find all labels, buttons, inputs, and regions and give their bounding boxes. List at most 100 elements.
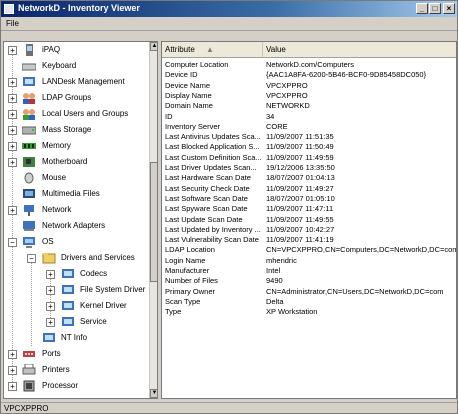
scroll-down-icon[interactable]: ▼ bbox=[150, 389, 157, 398]
table-row[interactable]: LDAP Location CN=VPCXPPRO,CN=Computers,DC… bbox=[162, 245, 456, 255]
attribute-cell: LDAP Location bbox=[165, 245, 215, 255]
tree-item-landesk[interactable]: + LANDesk Management bbox=[4, 74, 149, 90]
table-row[interactable]: Scan Type Delta bbox=[162, 296, 456, 306]
tree-item-memory[interactable]: + Memory bbox=[4, 138, 149, 154]
tree-item-os[interactable]: − OS bbox=[4, 234, 149, 250]
mouse-icon bbox=[22, 172, 36, 184]
tree-item-label: Mouse bbox=[42, 173, 67, 182]
table-row[interactable]: Last Custom Definition Sca... 11/09/2007 … bbox=[162, 153, 456, 162]
tree-item-service[interactable]: + Service bbox=[4, 314, 149, 330]
tree-item-keyboard[interactable]: Keyboard bbox=[4, 58, 149, 74]
expand-icon[interactable]: + bbox=[8, 158, 17, 167]
table-row[interactable]: Last Spyware Scan Date 11/09/2007 11:47:1… bbox=[162, 204, 456, 214]
table-row[interactable]: Last Hardware Scan Date 18/07/2007 01:04:… bbox=[162, 173, 456, 182]
expand-icon[interactable]: + bbox=[8, 46, 17, 55]
attribute-cell: Last Update Scan Date bbox=[165, 214, 243, 224]
tree-item-network-adapters[interactable]: Network Adapters bbox=[4, 218, 149, 234]
table-row[interactable]: Last Antivirus Updates Sca... 11/09/2007 … bbox=[162, 132, 456, 141]
attribute-cell: Last Spyware Scan Date bbox=[165, 204, 248, 214]
expand-icon[interactable]: + bbox=[46, 286, 55, 295]
tree-item-kernel-driver[interactable]: + Kernel Driver bbox=[4, 298, 149, 314]
tree-item-ports[interactable]: + Ports bbox=[4, 346, 149, 362]
table-row[interactable]: Primary Owner CN=Administrator,CN=Users,D… bbox=[162, 287, 456, 296]
os-icon bbox=[22, 236, 36, 248]
table-row[interactable]: Device ID {AAC1A8FA-6200-5B46-BCF0-9D8545… bbox=[162, 70, 456, 79]
table-row[interactable]: Display Name VPCXPPRO bbox=[162, 90, 456, 100]
tree-item-label: Service bbox=[80, 317, 107, 326]
window-title: NetworkD - Inventory Viewer bbox=[18, 3, 140, 13]
expand-icon[interactable]: + bbox=[46, 302, 55, 311]
expand-icon[interactable]: + bbox=[46, 270, 55, 279]
tree-item-label: Kernel Driver bbox=[80, 301, 127, 310]
tree-item-mouse[interactable]: Mouse bbox=[4, 170, 149, 186]
attribute-cell: Scan Type bbox=[165, 296, 201, 306]
expand-icon[interactable]: + bbox=[8, 366, 17, 375]
processor-icon bbox=[22, 380, 36, 392]
expand-icon[interactable]: + bbox=[8, 126, 17, 135]
table-row[interactable]: Last Vulnerability Scan Date 11/09/2007 1… bbox=[162, 235, 456, 245]
table-row[interactable]: Number of Files 9490 bbox=[162, 276, 456, 286]
tree-item-printers[interactable]: + Printers bbox=[4, 362, 149, 378]
table-row[interactable]: Type XP Workstation bbox=[162, 307, 456, 316]
expand-icon[interactable]: + bbox=[46, 318, 55, 327]
tree-item-label: OS bbox=[42, 237, 54, 246]
table-row[interactable]: Inventory Server CORE bbox=[162, 121, 456, 131]
tree-item-nt-info[interactable]: NT Info bbox=[4, 330, 149, 346]
collapse-icon[interactable]: − bbox=[8, 238, 17, 247]
tree-item-network[interactable]: + Network bbox=[4, 202, 149, 218]
scroll-thumb[interactable] bbox=[150, 162, 157, 282]
tree-item-mass-storage[interactable]: + Mass Storage bbox=[4, 122, 149, 138]
table-row[interactable]: Last Security Check Date 11/09/2007 11:49… bbox=[162, 184, 456, 193]
expand-icon[interactable]: + bbox=[8, 94, 17, 103]
expand-icon[interactable]: + bbox=[8, 110, 17, 119]
table-row[interactable]: Domain Name NETWORKD bbox=[162, 101, 456, 110]
attribute-column-header[interactable]: Attribute ▲ bbox=[162, 42, 263, 57]
collapse-icon[interactable]: − bbox=[27, 254, 36, 263]
table-row[interactable]: Last Blocked Application S... 11/09/2007 … bbox=[162, 142, 456, 151]
value-cell: 19/12/2006 13:35:50 bbox=[266, 163, 335, 172]
tree-item-processor[interactable]: + Processor bbox=[4, 378, 149, 394]
tree-item-codecs[interactable]: + Codecs bbox=[4, 266, 149, 282]
table-row[interactable]: Last Driver Updates Scan... 19/12/2006 13… bbox=[162, 163, 456, 172]
expand-icon[interactable]: + bbox=[8, 142, 17, 151]
table-row[interactable]: Device Name VPCXPPRO bbox=[162, 81, 456, 90]
attribute-cell: Inventory Server bbox=[165, 121, 221, 131]
expand-icon[interactable]: + bbox=[8, 78, 17, 87]
tree-item-drivers-and-services[interactable]: − Drivers and Services bbox=[4, 250, 149, 266]
tree-item-local-users[interactable]: + Local Users and Groups bbox=[4, 106, 149, 122]
maximize-button[interactable]: □ bbox=[429, 3, 441, 14]
table-row[interactable]: Manufacturer Intel bbox=[162, 266, 456, 275]
table-row[interactable]: Last Updated by Inventory ... 11/09/2007 … bbox=[162, 225, 456, 234]
close-button[interactable]: × bbox=[443, 3, 455, 14]
app-window: NetworkD - Inventory Viewer _ □ × File +… bbox=[0, 0, 458, 414]
table-row[interactable]: Last Software Scan Date 18/07/2007 01:05:… bbox=[162, 194, 456, 203]
expand-icon[interactable]: + bbox=[8, 382, 17, 391]
tree-item-ipaq[interactable]: + iPAQ bbox=[4, 42, 149, 58]
tree-scrollbar[interactable]: ▲ ▼ bbox=[149, 42, 157, 398]
value-cell: 9490 bbox=[266, 276, 283, 286]
value-cell: CN=VPCXPPRO,CN=Computers,DC=NetworkD,DC=… bbox=[266, 245, 456, 255]
minimize-button[interactable]: _ bbox=[416, 3, 428, 14]
attribute-grid: Attribute ▲ Value Computer Location Netwo… bbox=[161, 41, 457, 399]
driver-icon bbox=[61, 300, 75, 312]
menu-file[interactable]: File bbox=[6, 19, 19, 28]
attribute-cell: Last Vulnerability Scan Date bbox=[165, 235, 259, 245]
ports-icon bbox=[22, 348, 36, 360]
tree-item-file-system-driver[interactable]: + File System Driver bbox=[4, 282, 149, 298]
expand-icon[interactable]: + bbox=[8, 350, 17, 359]
table-row[interactable]: Computer Location NetworkD.com/Computers bbox=[162, 60, 456, 69]
value-cell: VPCXPPRO bbox=[266, 90, 308, 100]
expand-icon[interactable]: + bbox=[8, 206, 17, 215]
tree-item-label: iPAQ bbox=[42, 45, 61, 54]
attribute-cell: Last Driver Updates Scan... bbox=[165, 163, 257, 172]
table-row[interactable]: ID 34 bbox=[162, 112, 456, 121]
table-row[interactable]: Last Update Scan Date 11/09/2007 11:49:55 bbox=[162, 214, 456, 224]
tree-item-label: Ports bbox=[42, 349, 61, 358]
title-bar[interactable]: NetworkD - Inventory Viewer _ □ × bbox=[1, 1, 457, 17]
value-column-header[interactable]: Value bbox=[263, 42, 456, 57]
tree-item-motherboard[interactable]: + Motherboard bbox=[4, 154, 149, 170]
table-row[interactable]: Login Name mhendric bbox=[162, 256, 456, 265]
tree-item-ldap-groups[interactable]: + LDAP Groups bbox=[4, 90, 149, 106]
tree-item-multimedia[interactable]: Multimedia Files bbox=[4, 186, 149, 202]
scroll-up-icon[interactable]: ▲ bbox=[150, 42, 157, 51]
